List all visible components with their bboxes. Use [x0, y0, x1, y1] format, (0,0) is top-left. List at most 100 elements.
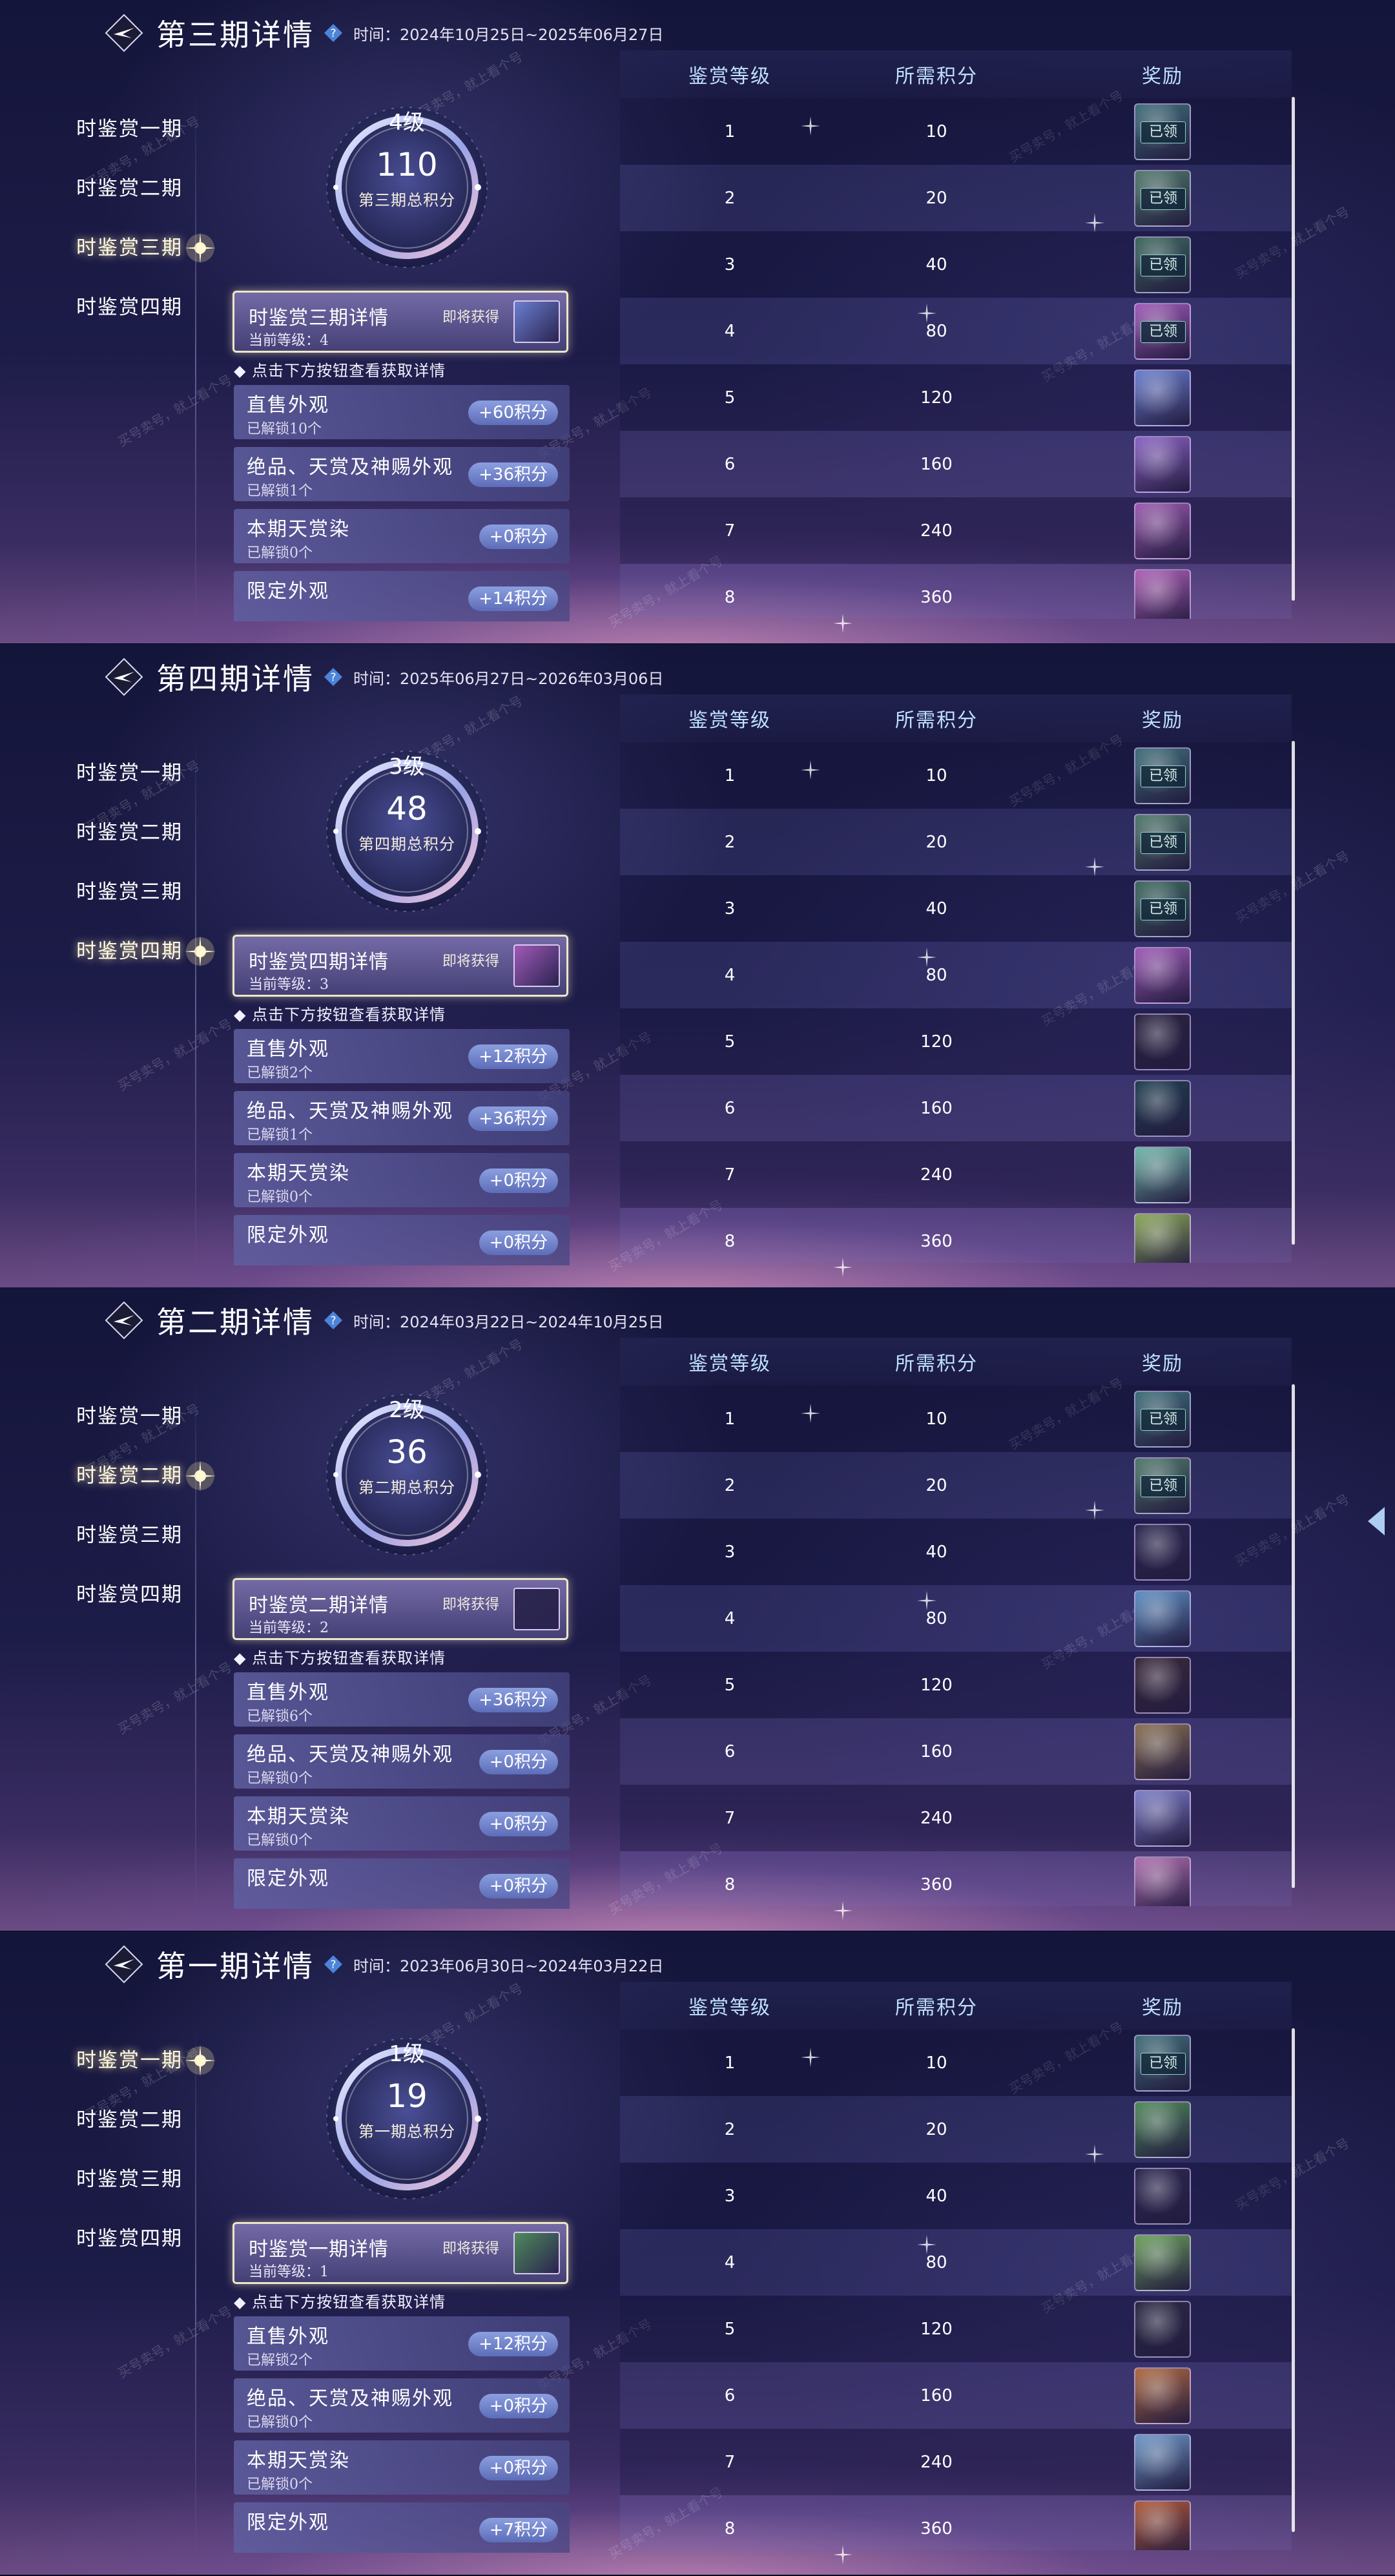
help-icon[interactable]: ? — [324, 667, 343, 687]
reward-item-icon[interactable] — [1134, 1212, 1191, 1263]
nav-item-period-4[interactable]: 时鉴赏四期 — [76, 936, 216, 997]
category-points-badge: +12积分 — [468, 2332, 558, 2356]
reward-item-icon[interactable]: 已领 — [1134, 1390, 1191, 1448]
category-button[interactable]: 限定外观 +0积分 — [234, 1215, 570, 1265]
table-header: 鉴赏等级 所需积分 奖励 — [620, 1982, 1292, 2030]
nav-item-period-2[interactable]: 时鉴赏二期 — [76, 1460, 216, 1521]
reward-item-icon[interactable] — [1134, 568, 1191, 619]
row-points: 240 — [920, 521, 953, 541]
reward-item-icon[interactable]: 已领 — [1134, 2034, 1191, 2092]
category-button[interactable]: 绝品、天赏及神赐外观 已解锁0个 +0积分 — [234, 2378, 570, 2433]
row-points: 20 — [925, 188, 947, 208]
period-detail-card[interactable]: 时鉴赏一期详情 当前等级：1 即将获得 — [232, 2222, 568, 2284]
nav-item-period-1[interactable]: 时鉴赏一期 — [76, 2045, 216, 2106]
category-button[interactable]: 绝品、天赏及神赐外观 已解锁1个 +36积分 — [234, 447, 570, 501]
reward-item-icon[interactable] — [1134, 502, 1191, 559]
reward-cell — [1033, 1656, 1292, 1714]
reward-item-icon[interactable]: 已领 — [1134, 880, 1191, 937]
reward-item-icon[interactable] — [1134, 2367, 1191, 2424]
reward-item-icon[interactable] — [1134, 2433, 1191, 2491]
table-scrollbar[interactable] — [1292, 97, 1295, 601]
reward-item-icon[interactable] — [1134, 1013, 1191, 1070]
nav-item-period-3[interactable]: 时鉴赏三期 — [76, 2165, 212, 2225]
row-points: 360 — [920, 1231, 953, 1251]
reward-cell: 已领 — [1033, 169, 1292, 227]
row-level: 8 — [724, 2519, 736, 2539]
nav-item-label: 时鉴赏一期 — [76, 762, 183, 785]
category-button[interactable]: 绝品、天赏及神赐外观 已解锁0个 +0积分 — [234, 1734, 570, 1789]
reward-item-icon[interactable] — [1134, 1146, 1191, 1203]
reward-item-icon[interactable] — [1134, 1079, 1191, 1137]
category-button[interactable]: 本期天赏染 已解锁0个 +0积分 — [234, 2440, 570, 2495]
reward-item-icon[interactable]: 已领 — [1134, 813, 1191, 871]
nav-item-period-4[interactable]: 时鉴赏四期 — [76, 2225, 212, 2284]
period-detail-card[interactable]: 时鉴赏二期详情 当前等级：2 即将获得 — [232, 1578, 568, 1640]
category-button[interactable]: 限定外观 +0积分 — [234, 1858, 570, 1909]
reward-item-icon[interactable] — [1134, 1789, 1191, 1847]
nav-item-period-3[interactable]: 时鉴赏三期 — [76, 878, 212, 937]
reward-item-icon[interactable]: 已领 — [1134, 302, 1191, 360]
table-scrollbar[interactable] — [1292, 1384, 1295, 1888]
reward-item-icon[interactable] — [1134, 1723, 1191, 1780]
nav-item-period-3[interactable]: 时鉴赏三期 — [76, 233, 216, 293]
row-points: 20 — [925, 2119, 947, 2139]
nav-item-label: 时鉴赏三期 — [76, 2168, 183, 2191]
category-button[interactable]: 直售外观 已解锁6个 +36积分 — [234, 1672, 570, 1727]
period-detail-card[interactable]: 时鉴赏四期详情 当前等级：3 即将获得 — [232, 935, 568, 997]
reward-item-icon[interactable] — [1134, 435, 1191, 493]
row-points: 10 — [925, 765, 947, 785]
nav-divider — [195, 2022, 196, 2558]
reward-item-icon[interactable] — [1134, 369, 1191, 426]
row-level: 3 — [724, 2186, 736, 2206]
side-arrow-icon[interactable] — [1368, 1507, 1385, 1535]
reward-item-icon[interactable] — [1134, 1523, 1191, 1581]
category-button[interactable]: 限定外观 +7积分 — [234, 2502, 570, 2553]
nav-item-period-4[interactable]: 时鉴赏四期 — [76, 293, 212, 353]
reward-item-icon[interactable] — [1134, 2500, 1191, 2550]
category-button[interactable]: 直售外观 已解锁2个 +12积分 — [234, 1029, 570, 1083]
category-button[interactable]: 限定外观 +14积分 — [234, 571, 570, 621]
reward-item-icon[interactable] — [1134, 1856, 1191, 1906]
reward-item-icon[interactable]: 已领 — [1134, 169, 1191, 227]
category-button[interactable]: 直售外观 已解锁10个 +60积分 — [234, 385, 570, 439]
category-button[interactable]: 本期天赏染 已解锁0个 +0积分 — [234, 1153, 570, 1207]
nav-item-period-1[interactable]: 时鉴赏一期 — [76, 115, 212, 174]
help-icon[interactable]: ? — [324, 23, 343, 43]
nav-item-period-1[interactable]: 时鉴赏一期 — [76, 759, 212, 818]
table-body: 1 10 已领 2 20 已领 3 40 4 80 5 120 6 160 7 240 8 360 — [620, 1386, 1292, 1906]
nav-item-period-4[interactable]: 时鉴赏四期 — [76, 1581, 212, 1640]
medal-level: 3级 — [389, 754, 425, 780]
table-scrollbar[interactable] — [1292, 2028, 1295, 2532]
reward-item-icon[interactable]: 已领 — [1134, 103, 1191, 160]
category-button[interactable]: 本期天赏染 已解锁0个 +0积分 — [234, 1796, 570, 1851]
reward-item-icon[interactable] — [1134, 2101, 1191, 2158]
reward-cell — [1033, 2500, 1292, 2550]
reward-item-icon[interactable]: 已领 — [1134, 1457, 1191, 1514]
reward-item-icon[interactable] — [1134, 946, 1191, 1004]
nav-item-period-2[interactable]: 时鉴赏二期 — [76, 818, 212, 878]
category-button[interactable]: 直售外观 已解锁2个 +12积分 — [234, 2316, 570, 2371]
nav-item-period-2[interactable]: 时鉴赏二期 — [76, 174, 212, 234]
help-icon[interactable]: ? — [324, 1955, 343, 1974]
category-points-badge: +36积分 — [468, 462, 558, 487]
reward-item-icon[interactable] — [1134, 1590, 1191, 1647]
table-row: 7 240 — [620, 2429, 1292, 2495]
nav-item-period-2[interactable]: 时鉴赏二期 — [76, 2106, 212, 2165]
reward-item-icon[interactable]: 已领 — [1134, 747, 1191, 804]
row-level: 5 — [724, 388, 736, 408]
nav-item-period-1[interactable]: 时鉴赏一期 — [76, 1402, 212, 1462]
reward-item-icon[interactable] — [1134, 2167, 1191, 2225]
category-button[interactable]: 绝品、天赏及神赐外观 已解锁1个 +36积分 — [234, 1091, 570, 1145]
reward-item-icon[interactable]: 已领 — [1134, 236, 1191, 293]
reward-item-icon[interactable] — [1134, 2300, 1191, 2358]
category-name: 限定外观 — [247, 1867, 329, 1890]
period-detail-card[interactable]: 时鉴赏三期详情 当前等级：4 即将获得 — [232, 291, 568, 353]
claimed-badge: 已领 — [1141, 320, 1186, 343]
category-button[interactable]: 本期天赏染 已解锁0个 +0积分 — [234, 509, 570, 563]
nav-item-period-3[interactable]: 时鉴赏三期 — [76, 1521, 212, 1581]
category-name: 限定外观 — [247, 1224, 329, 1247]
help-icon[interactable]: ? — [324, 1311, 343, 1330]
reward-item-icon[interactable] — [1134, 2234, 1191, 2291]
table-scrollbar[interactable] — [1292, 741, 1295, 1245]
reward-item-icon[interactable] — [1134, 1656, 1191, 1714]
